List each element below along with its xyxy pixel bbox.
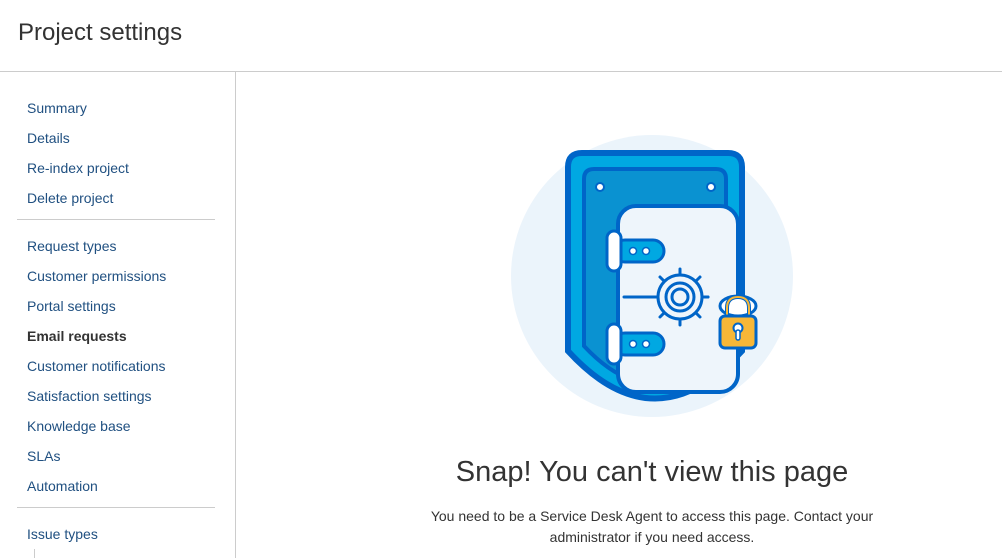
sidebar-subitem-container: Change (17, 549, 215, 558)
hinge-bolt-icon (628, 339, 638, 349)
hinge-bolt-icon (628, 246, 638, 256)
empty-state-description: You need to be a Service Desk Agent to a… (430, 508, 874, 545)
rivet-icon (595, 182, 605, 192)
sidebar-item-portal-settings[interactable]: Portal settings (17, 291, 215, 321)
sidebar-item-delete-project[interactable]: Delete project (17, 183, 215, 213)
hinge-bolt-icon (641, 246, 651, 256)
rivet-icon (706, 182, 716, 192)
main-content: Snap! You can't view this page You need … (236, 72, 1002, 558)
sidebar-item-request-types[interactable]: Request types (17, 231, 215, 261)
project-settings-sidebar: Summary Details Re-index project Delete … (0, 72, 236, 558)
sidebar-item-customer-notifications[interactable]: Customer notifications (17, 351, 215, 381)
sidebar-item-slas[interactable]: SLAs (17, 441, 215, 471)
sidebar-item-satisfaction-settings[interactable]: Satisfaction settings (17, 381, 215, 411)
sidebar-item-reindex-project[interactable]: Re-index project (17, 153, 215, 183)
sidebar-item-change[interactable]: Change (47, 549, 215, 558)
nav-group-project: Summary Details Re-index project Delete … (17, 72, 215, 213)
nav-group-service-desk: Request types Customer permissions Porta… (17, 219, 215, 501)
sidebar-item-email-requests[interactable]: Email requests (17, 321, 215, 351)
nav-group-issues: Issue types Change (17, 507, 215, 558)
locked-safe-illustration (511, 135, 793, 417)
sidebar-item-customer-permissions[interactable]: Customer permissions (17, 261, 215, 291)
sidebar-item-issue-types[interactable]: Issue types (17, 519, 215, 549)
empty-state-title: Snap! You can't view this page (455, 456, 849, 488)
hinge-bolt-icon (641, 339, 651, 349)
padlock-icon (718, 294, 758, 350)
lower-hinge-pin (605, 322, 623, 366)
page-title: Project settings (18, 19, 183, 46)
sidebar-item-automation[interactable]: Automation (17, 471, 215, 501)
tree-connector (34, 549, 41, 558)
sidebar-item-summary[interactable]: Summary (17, 93, 215, 123)
upper-hinge-pin (605, 229, 623, 273)
sidebar-item-details[interactable]: Details (17, 123, 215, 153)
safe-icon (565, 150, 758, 402)
sidebar-item-knowledge-base[interactable]: Knowledge base (17, 411, 215, 441)
page-header: Project settings (0, 0, 1002, 72)
